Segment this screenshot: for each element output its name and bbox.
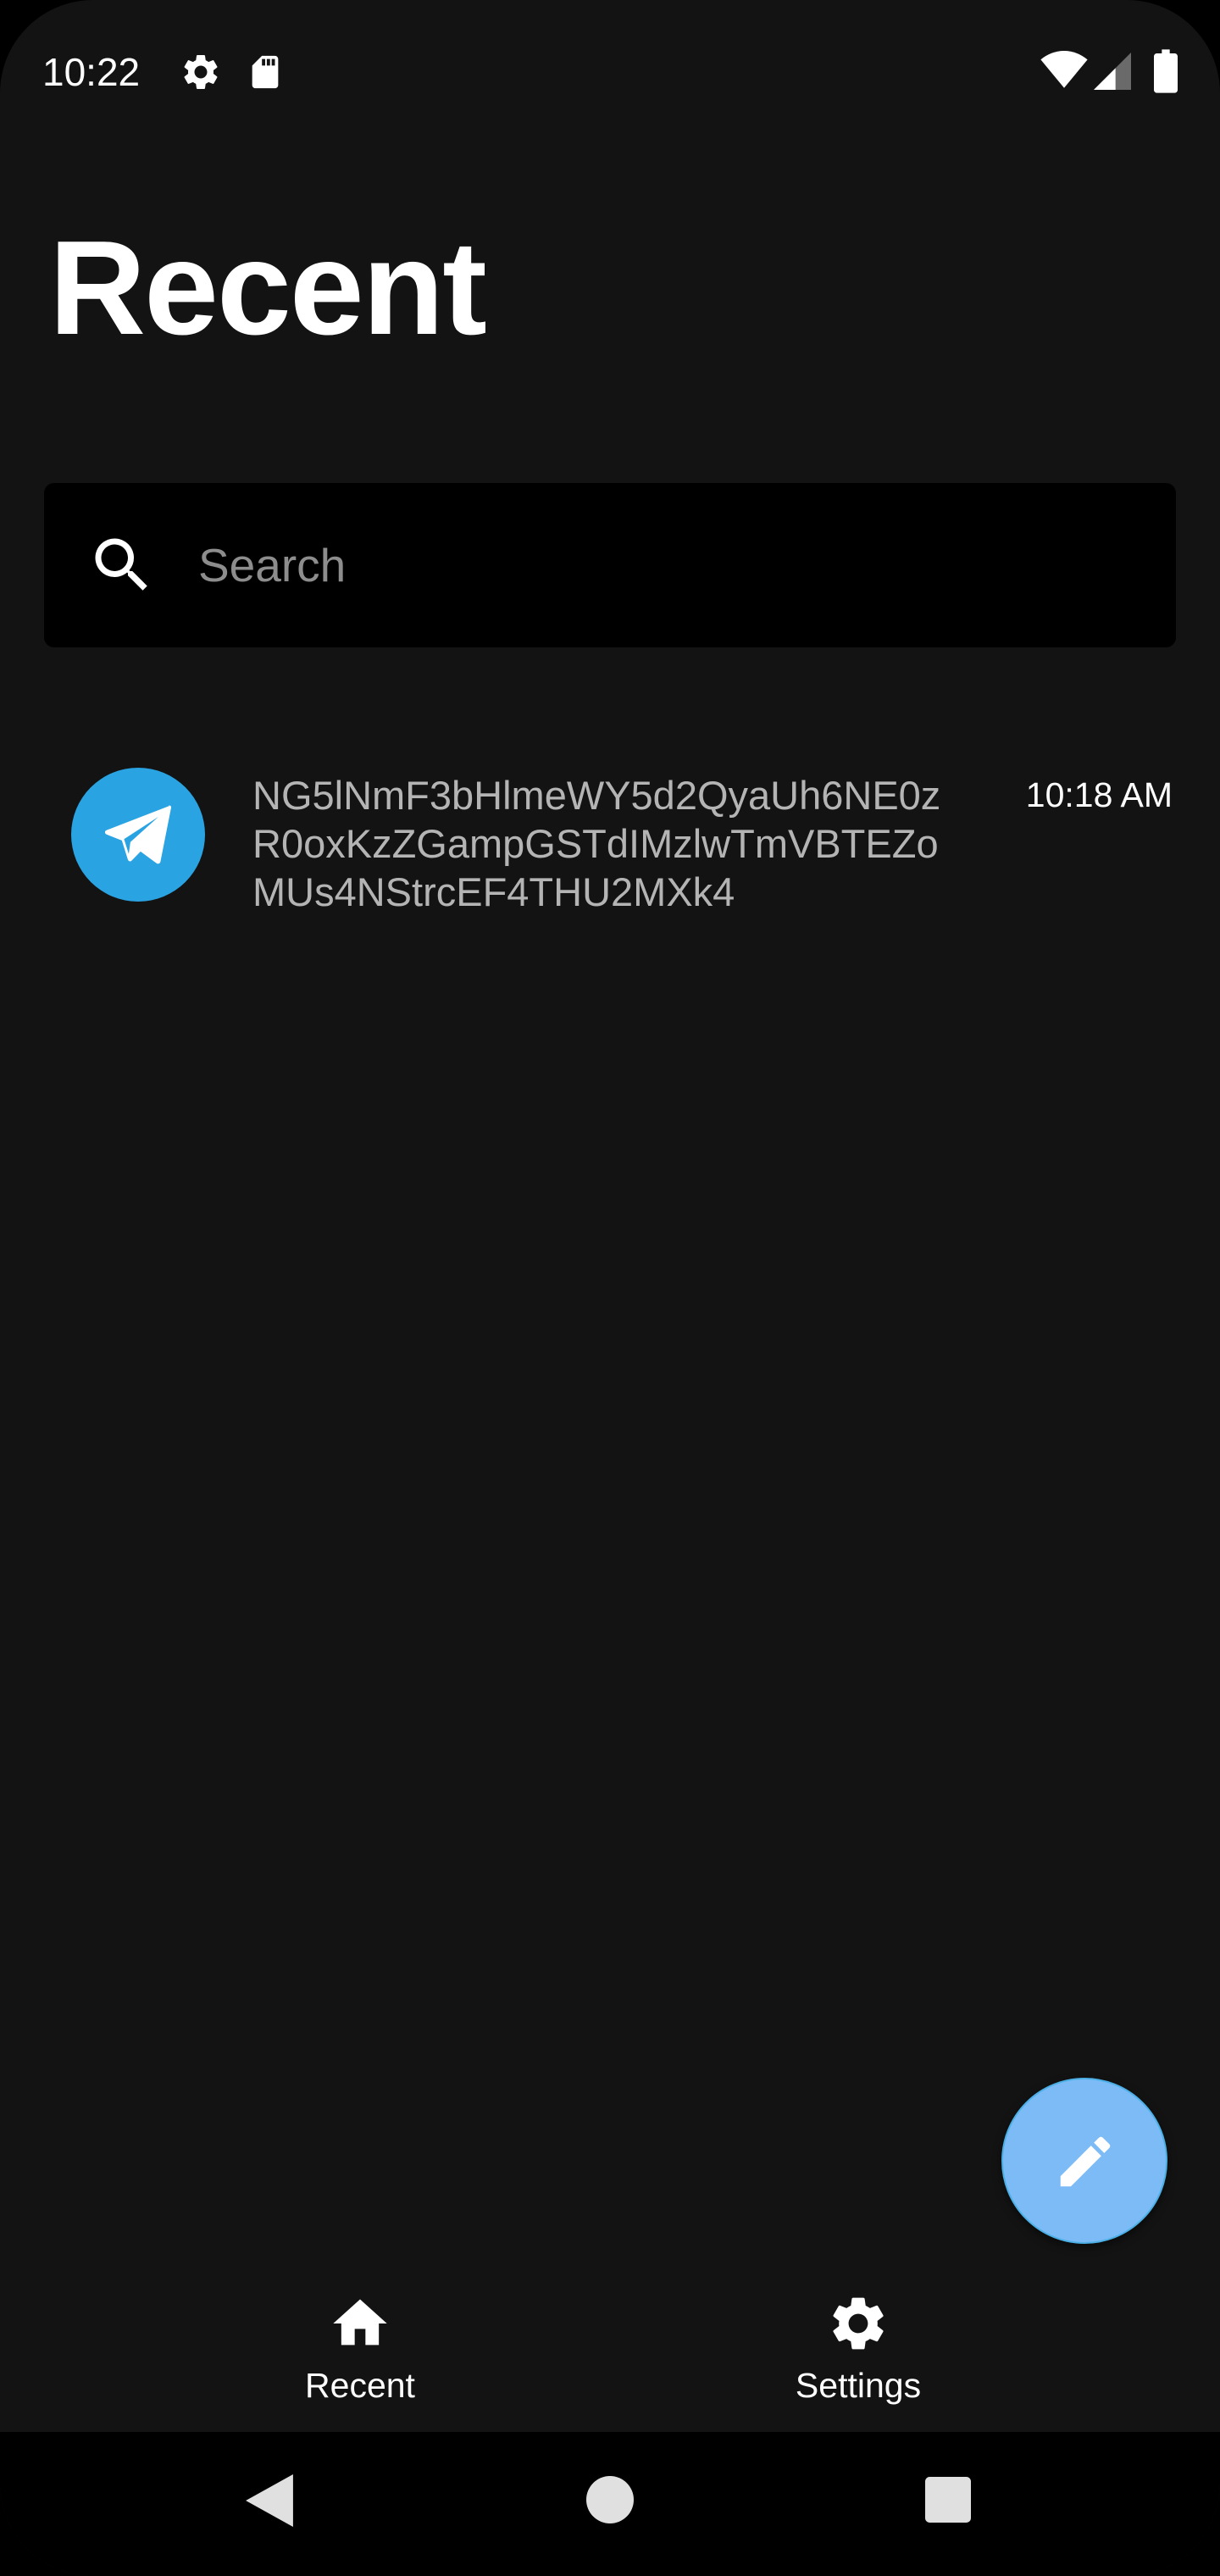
page-title: Recent	[49, 214, 487, 363]
gear-icon	[833, 2297, 884, 2350]
status-bar: 10:22	[0, 0, 1220, 144]
nav-label: Settings	[795, 2366, 922, 2405]
sd-card-icon	[246, 53, 285, 96]
preview-line: MUs4NStrcEF4THU2MXk4	[252, 869, 735, 914]
nav-label: Recent	[305, 2366, 415, 2405]
list-item[interactable]: NG5lNmF3bHlmeWY5d2QyaUh6NE0z R0oxKzZGamp…	[0, 746, 1220, 941]
message-time: 10:18 AM	[1025, 775, 1173, 814]
search-bar[interactable]	[44, 483, 1176, 647]
compose-button[interactable]	[1001, 2078, 1167, 2244]
avatar	[71, 768, 205, 902]
app-screen: 10:22 Recent NG5lNmF3bH	[0, 0, 1220, 2576]
home-icon	[333, 2299, 387, 2346]
system-nav-bar	[0, 2432, 1220, 2576]
status-time: 10:22	[42, 50, 141, 94]
preview-line: R0oxKzZGampGSTdIMzlwTmVBTEZo	[252, 821, 939, 866]
home-circle-icon[interactable]	[586, 2476, 634, 2528]
message-preview: NG5lNmF3bHlmeWY5d2QyaUh6NE0z R0oxKzZGamp…	[252, 771, 981, 916]
bottom-nav: Recent Settings	[0, 2279, 1220, 2432]
pencil-icon	[1060, 2136, 1111, 2187]
search-icon	[86, 530, 158, 605]
recents-square-icon[interactable]	[925, 2477, 971, 2527]
battery-icon	[1154, 49, 1178, 97]
wifi-icon	[1040, 51, 1088, 94]
preview-line: NG5lNmF3bHlmeWY5d2QyaUh6NE0z	[252, 773, 941, 818]
signal-icon	[1093, 53, 1132, 94]
back-icon[interactable]	[246, 2474, 293, 2531]
nav-item-settings[interactable]: Settings	[731, 2291, 985, 2418]
nav-item-recent[interactable]: Recent	[233, 2291, 487, 2418]
telegram-send-icon	[105, 805, 171, 864]
gear-icon	[180, 51, 222, 97]
search-input[interactable]	[198, 483, 1130, 647]
